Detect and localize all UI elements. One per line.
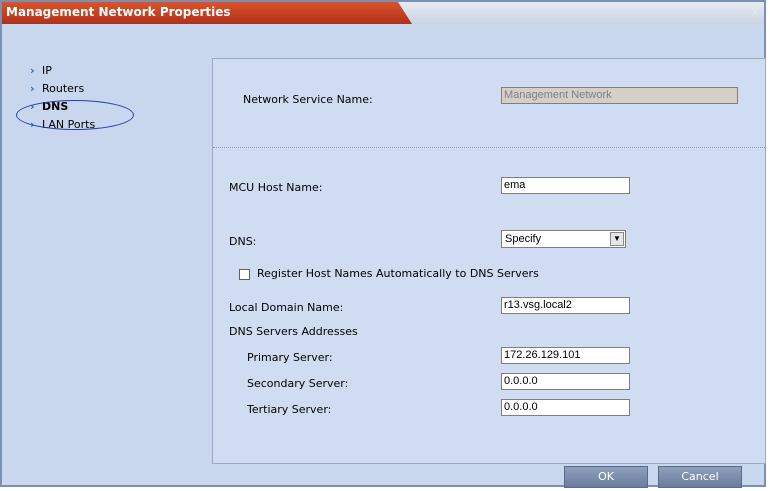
domain-field[interactable]: r13.vsg.local2 — [501, 297, 630, 314]
host-name-field[interactable]: ema — [501, 177, 630, 194]
primary-server-field[interactable]: 172.26.129.101 — [501, 347, 630, 364]
chevron-right-icon: › — [30, 64, 35, 77]
dns-label: DNS: — [229, 235, 257, 248]
dns-settings-panel: Network Service Name: Management Network… — [212, 58, 766, 464]
sidebar-item-routers[interactable]: › Routers — [12, 80, 95, 98]
sidebar-item-ip[interactable]: › IP — [12, 62, 95, 80]
dns-select[interactable]: Specify ▼ — [501, 230, 626, 248]
dns-highlight-ellipse — [16, 100, 134, 130]
close-icon[interactable]: × — [750, 5, 760, 19]
register-host-checkbox[interactable] — [239, 269, 250, 280]
host-name-label: MCU Host Name: — [229, 181, 323, 194]
divider — [213, 147, 765, 148]
chevron-right-icon: › — [30, 82, 35, 95]
window-title: Management Network Properties — [6, 5, 231, 19]
tertiary-server-label: Tertiary Server: — [247, 403, 332, 416]
primary-server-label: Primary Server: — [247, 351, 333, 364]
secondary-server-field[interactable]: 0.0.0.0 — [501, 373, 630, 390]
dns-servers-heading: DNS Servers Addresses — [229, 325, 358, 338]
sidebar-item-label: IP — [42, 64, 52, 77]
title-bar[interactable]: Management Network Properties × — [2, 2, 764, 24]
service-name-field: Management Network — [501, 87, 738, 104]
register-host-label: Register Host Names Automatically to DNS… — [257, 267, 539, 280]
dns-select-value: Specify — [505, 233, 542, 245]
sidebar-item-label: Routers — [42, 82, 85, 95]
cancel-button[interactable]: Cancel — [658, 466, 742, 488]
tertiary-server-field[interactable]: 0.0.0.0 — [501, 399, 630, 416]
ok-button[interactable]: OK — [564, 466, 648, 488]
domain-label: Local Domain Name: — [229, 301, 344, 314]
service-name-label: Network Service Name: — [243, 93, 373, 106]
secondary-server-label: Secondary Server: — [247, 377, 349, 390]
chevron-down-icon[interactable]: ▼ — [610, 232, 624, 246]
dialog-window: Management Network Properties × › IP › R… — [0, 0, 766, 488]
